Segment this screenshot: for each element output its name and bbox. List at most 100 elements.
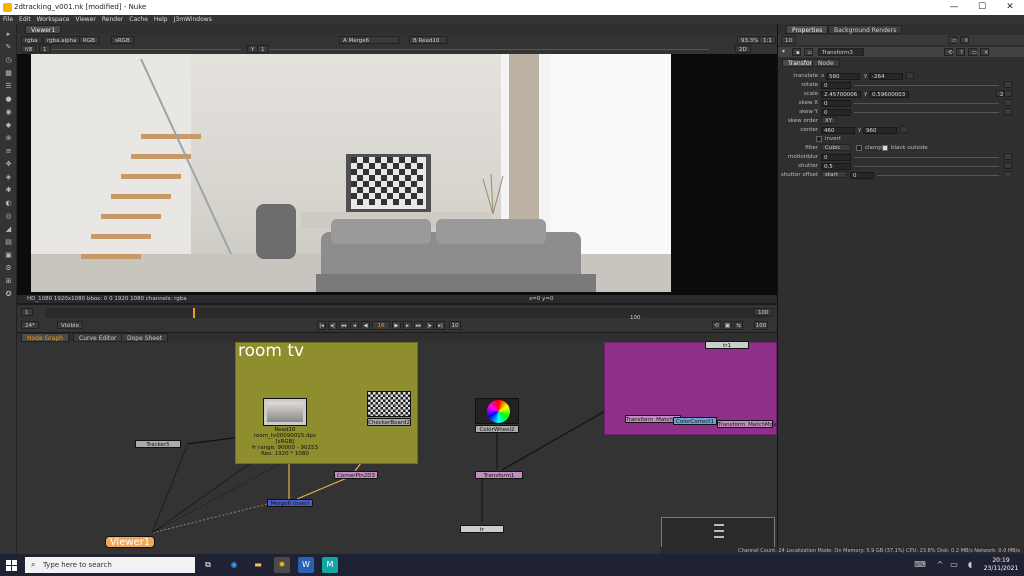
color-tool-icon[interactable]: ● bbox=[4, 95, 13, 103]
3d-tool-icon[interactable]: ◈ bbox=[4, 173, 13, 181]
rotate-slider[interactable] bbox=[854, 85, 999, 86]
filter-tool-icon[interactable]: ◉ bbox=[4, 108, 13, 116]
menu-workspace[interactable]: Workspace bbox=[34, 15, 73, 24]
playhead[interactable] bbox=[193, 308, 195, 318]
skew-y-anim-button[interactable] bbox=[1004, 108, 1012, 115]
collapse-icon[interactable]: ▾ bbox=[782, 48, 785, 55]
timeline-start-field[interactable]: 1 bbox=[21, 308, 33, 316]
filter-dropdown[interactable]: Cubic bbox=[821, 144, 851, 151]
gamma-slider[interactable] bbox=[269, 49, 709, 50]
transform-tool-icon[interactable]: ✥ bbox=[4, 160, 13, 168]
skew-x-slider[interactable] bbox=[854, 103, 999, 104]
paint-tool-icon[interactable]: ✎ bbox=[4, 43, 13, 51]
shutter-offset-slider[interactable] bbox=[877, 175, 999, 176]
scale-anim-button[interactable] bbox=[1004, 90, 1012, 97]
menu-file[interactable]: File bbox=[0, 15, 16, 24]
menu-cache[interactable]: Cache bbox=[126, 15, 151, 24]
tab-node[interactable]: Node bbox=[812, 59, 840, 67]
shutter-slider[interactable] bbox=[854, 166, 999, 167]
skew-x-anim-button[interactable] bbox=[1004, 99, 1012, 106]
translate-y-field[interactable]: -264 bbox=[869, 72, 903, 80]
increment-field[interactable]: 10 bbox=[449, 321, 461, 330]
taskbar-clock[interactable]: 20:19 23/11/2021 bbox=[980, 557, 1022, 573]
motionblur-anim-button[interactable] bbox=[1004, 153, 1012, 160]
motionblur-field[interactable]: 0 bbox=[821, 153, 851, 161]
colorspace-b-dropdown[interactable]: sRGB bbox=[111, 36, 134, 44]
rotate-field[interactable]: 0 bbox=[821, 81, 851, 89]
channel-tool-icon[interactable]: ☰ bbox=[4, 82, 13, 90]
clock-tool-icon[interactable]: ◷ bbox=[4, 56, 13, 64]
shutter-offset-anim-button[interactable] bbox=[1004, 171, 1012, 178]
tab-background-renders[interactable]: Background Renders bbox=[828, 25, 903, 34]
nuke-taskbar-icon[interactable]: ✹ bbox=[274, 557, 290, 573]
timeline-end-field-2[interactable]: 100 bbox=[754, 321, 768, 330]
play-backward-button[interactable]: ◀ bbox=[361, 321, 370, 330]
menu-viewer[interactable]: Viewer bbox=[72, 15, 98, 24]
invert-checkbox[interactable] bbox=[816, 136, 822, 142]
pointer-tool-icon[interactable]: ▸ bbox=[4, 30, 13, 38]
particle-tool-icon[interactable]: ✱ bbox=[4, 186, 13, 194]
cornerpin2d3-node[interactable]: CornerPin2D3 bbox=[334, 471, 378, 479]
minimize-button[interactable]: — bbox=[940, 0, 968, 15]
skew-order-dropdown[interactable]: XY bbox=[821, 117, 837, 124]
tab-viewer1[interactable]: Viewer1 bbox=[25, 25, 62, 34]
close-button[interactable]: ✕ bbox=[996, 0, 1024, 15]
fps-field[interactable]: 24* bbox=[21, 321, 39, 329]
cara-tool-icon[interactable]: ✪ bbox=[4, 290, 13, 298]
properties-count-field[interactable]: 10 bbox=[781, 36, 796, 44]
black-outside-checkbox[interactable] bbox=[882, 145, 888, 151]
translate-anim-button[interactable] bbox=[906, 72, 914, 79]
edge-browser-icon[interactable]: ◉ bbox=[226, 557, 242, 573]
float-panel-icon[interactable]: ▭ bbox=[948, 36, 957, 44]
fstop-field[interactable]: f/8 bbox=[21, 45, 37, 53]
colorspace-a-dropdown[interactable]: RGB bbox=[79, 36, 99, 44]
node-graph-panel[interactable]: Node Graph Curve Editor Dope Sheet room … bbox=[17, 333, 783, 555]
center-x-field[interactable]: 460 bbox=[821, 126, 855, 134]
translate-x-field[interactable]: 560 bbox=[826, 72, 860, 80]
other-tool-icon[interactable]: ▣ bbox=[4, 251, 13, 259]
timeline-ruler[interactable] bbox=[45, 308, 769, 318]
colorwheel2-node[interactable]: ColorWheel2 bbox=[475, 425, 519, 433]
close-node-icon[interactable]: ✕ bbox=[980, 48, 989, 56]
shutter-anim-button[interactable] bbox=[1004, 162, 1012, 169]
center-anim-button[interactable] bbox=[900, 126, 908, 133]
view-mode-dropdown[interactable]: 2D bbox=[735, 45, 751, 53]
menu-render[interactable]: Render bbox=[99, 15, 126, 24]
last-frame-button[interactable]: ▸| bbox=[436, 321, 445, 330]
deep-tool-icon[interactable]: ◐ bbox=[4, 199, 13, 207]
first-frame-button[interactable]: |◂ bbox=[317, 321, 326, 330]
b-input-dropdown[interactable]: B Read10 bbox=[409, 36, 447, 44]
file-explorer-icon[interactable]: ▬ bbox=[250, 557, 266, 573]
skew-x-field[interactable]: 0 bbox=[821, 99, 851, 107]
scale-y-field[interactable]: 0.59600003 bbox=[869, 90, 909, 98]
checkerboard2-node[interactable]: CheckerBoard2 bbox=[367, 418, 411, 426]
keyer-tool-icon[interactable]: ◆ bbox=[4, 121, 13, 129]
node-icon-button[interactable]: ▪ bbox=[792, 48, 801, 56]
toolsets-tool-icon[interactable]: ▤ bbox=[4, 238, 13, 246]
timeline-end-field[interactable]: 100 bbox=[754, 308, 773, 316]
shutter-offset-field[interactable]: 0 bbox=[850, 171, 874, 179]
loop-toggle-icon[interactable]: ⇆ bbox=[734, 321, 743, 330]
gamma-field[interactable]: 1 bbox=[257, 45, 269, 53]
skew-y-slider[interactable] bbox=[854, 112, 999, 113]
a-input-dropdown[interactable]: A Merge6 bbox=[339, 36, 399, 44]
viewer-canvas[interactable] bbox=[17, 54, 777, 295]
windows-start-icon[interactable] bbox=[6, 560, 17, 571]
revert-icon[interactable]: ⟲ bbox=[944, 48, 953, 56]
help-icon[interactable]: ? bbox=[956, 48, 965, 56]
checkerboard-node-thumbnail[interactable] bbox=[367, 391, 411, 417]
cache-toggle-icon[interactable]: ▣ bbox=[723, 321, 732, 330]
next-keyframe-button[interactable]: |▸ bbox=[425, 321, 434, 330]
taskbar-search-input[interactable]: Type here to search bbox=[25, 557, 195, 573]
layer-dropdown[interactable]: rgba.alpha bbox=[43, 36, 81, 44]
menu-help[interactable]: Help bbox=[151, 15, 171, 24]
center-y-field[interactable]: 960 bbox=[863, 126, 897, 134]
node-name-field[interactable]: Transform3 bbox=[818, 48, 864, 56]
ratio-dropdown[interactable]: 1:1 bbox=[759, 36, 776, 44]
plugin-tool-icon[interactable]: ⊞ bbox=[4, 277, 13, 285]
float-node-icon[interactable]: ▭ bbox=[968, 48, 977, 56]
metadata-tool-icon[interactable]: ◢ bbox=[4, 225, 13, 233]
prev-keyframe-button[interactable]: ◂| bbox=[328, 321, 337, 330]
shutter-field[interactable]: 0.5 bbox=[821, 162, 851, 170]
tab-properties[interactable]: Properties bbox=[786, 25, 829, 34]
